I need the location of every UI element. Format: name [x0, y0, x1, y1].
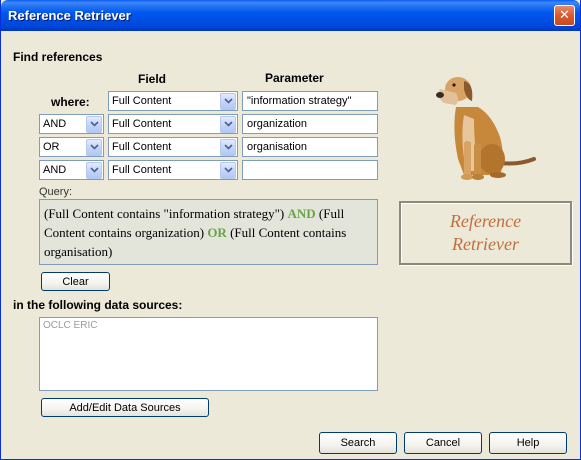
logo-line-1: Reference — [449, 211, 522, 231]
query-keyword: OR — [207, 225, 227, 240]
title-bar[interactable]: Reference Retriever ✕ — [1, 0, 580, 31]
add-edit-data-sources-button[interactable]: Add/Edit Data Sources — [41, 398, 209, 417]
chevron-down-icon[interactable] — [220, 138, 236, 156]
query-preview: (Full Content contains "information stra… — [39, 199, 378, 265]
list-item[interactable]: OCLC ERIC — [43, 320, 374, 331]
field-select-row-4[interactable]: Full Content — [108, 160, 238, 180]
operator-select-row-4[interactable]: AND — [39, 160, 104, 180]
parameter-input-row-2[interactable]: organization — [242, 114, 378, 134]
chevron-down-icon[interactable] — [86, 115, 102, 133]
field-select-row-2[interactable]: Full Content — [108, 114, 238, 134]
parameter-input-row-4[interactable] — [242, 160, 378, 180]
query-keyword: AND — [287, 206, 316, 221]
help-button[interactable]: Help — [489, 432, 567, 454]
app-logo: Reference Retriever — [399, 201, 572, 265]
dialog-body: Find references Field Parameter where: F… — [4, 31, 577, 457]
logo-line-2: Retriever — [452, 234, 519, 254]
window-title: Reference Retriever — [8, 8, 131, 23]
parameter-input-row-3[interactable]: organisation — [242, 137, 378, 157]
field-select-value: Full Content — [112, 118, 172, 130]
operator-select-row-2[interactable]: AND — [39, 114, 104, 134]
field-select-value: Full Content — [112, 141, 172, 153]
operator-select-value: OR — [43, 141, 60, 153]
operator-select-value: AND — [43, 164, 67, 176]
close-icon: ✕ — [559, 8, 570, 23]
where-label: where: — [51, 95, 90, 109]
field-column-header: Field — [138, 72, 167, 86]
query-label: Query: — [39, 186, 73, 198]
operator-select-row-3[interactable]: OR — [39, 137, 104, 157]
data-sources-list[interactable]: OCLC ERIC — [39, 317, 378, 391]
query-text: (Full Content contains "information stra… — [44, 206, 288, 221]
chevron-down-icon[interactable] — [86, 138, 102, 156]
field-select-row-3[interactable]: Full Content — [108, 137, 238, 157]
operator-select-value: AND — [43, 118, 67, 130]
parameter-column-header: Parameter — [265, 71, 324, 85]
chevron-down-icon[interactable] — [220, 115, 236, 133]
field-select-value: Full Content — [112, 164, 172, 176]
cancel-button[interactable]: Cancel — [404, 432, 482, 454]
dialog-window: Reference Retriever ✕ Find references Fi… — [0, 0, 581, 460]
chevron-down-icon[interactable] — [86, 161, 102, 179]
data-sources-heading: in the following data sources: — [13, 298, 183, 312]
dog-image — [436, 77, 536, 180]
field-select-row-1[interactable]: Full Content — [108, 91, 238, 111]
find-references-heading: Find references — [13, 50, 103, 64]
field-select-value: Full Content — [112, 95, 172, 107]
close-button[interactable]: ✕ — [554, 5, 575, 26]
clear-button[interactable]: Clear — [41, 272, 110, 291]
parameter-input-row-1[interactable]: "information strategy" — [242, 91, 378, 111]
search-button[interactable]: Search — [319, 432, 397, 454]
chevron-down-icon[interactable] — [220, 161, 236, 179]
chevron-down-icon[interactable] — [220, 92, 236, 110]
